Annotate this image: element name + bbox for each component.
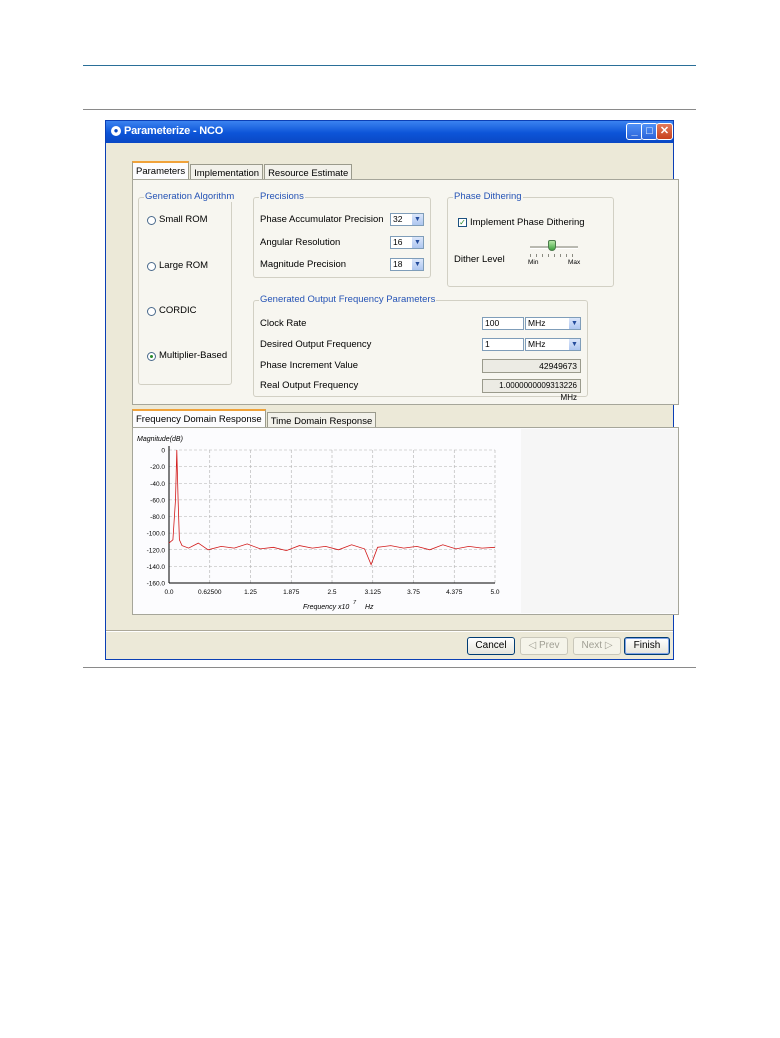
clock-rate-label: Clock Rate: [260, 318, 307, 329]
window-title: Parameterize - NCO: [124, 125, 224, 137]
small-rom-radio[interactable]: [147, 216, 156, 225]
clock-rate-unit-select[interactable]: MHz ▼: [525, 317, 581, 330]
bottom-rule: [83, 667, 696, 668]
phase-accumulator-value: 32: [393, 214, 403, 224]
clock-rate-input[interactable]: 100: [482, 317, 524, 330]
prev-button[interactable]: ◁ Prev: [520, 637, 568, 655]
x-tick-label: 2.5: [327, 589, 336, 596]
close-button[interactable]: ✕: [656, 123, 673, 140]
real-output-label: Real Output Frequency: [260, 380, 359, 391]
x-tick-label: 5.0: [490, 589, 499, 596]
upper-rule: [83, 109, 696, 110]
small-rom-label: Small ROM: [159, 214, 208, 225]
finish-button[interactable]: Finish: [624, 637, 670, 655]
output-frequency-title: Generated Output Frequency Parameters: [259, 294, 437, 305]
chart-side-area: [521, 429, 678, 613]
chevron-down-icon: ▼: [412, 237, 423, 248]
precisions-title: Precisions: [259, 191, 305, 202]
phase-dithering-group: Phase Dithering ✓ Implement Phase Dither…: [447, 191, 614, 287]
angular-resolution-select[interactable]: 16 ▼: [390, 236, 424, 249]
large-rom-radio[interactable]: [147, 262, 156, 271]
y-tick-label: -100.0: [147, 531, 166, 538]
y-tick-label: 0: [161, 448, 165, 455]
x-tick-label: 4.375: [446, 589, 463, 596]
magnitude-precision-value: 18: [393, 259, 403, 269]
x-axis-title: Frequency x10: [303, 604, 349, 611]
large-rom-label: Large ROM: [159, 260, 209, 271]
x-axis-unit: Hz: [365, 604, 374, 611]
angular-resolution-label: Angular Resolution: [260, 237, 341, 248]
clock-rate-unit: MHz: [528, 318, 546, 328]
x-tick-label: 3.75: [407, 589, 420, 596]
cordic-label: CORDIC: [159, 305, 197, 316]
generation-algorithm-group: Generation Algorithm Small ROM Large ROM…: [138, 191, 236, 385]
desired-output-unit-select[interactable]: MHz ▼: [525, 338, 581, 351]
real-output-value: 1.0000000009313226 MHz: [482, 379, 581, 402]
nco-dialog: ● Parameterize - NCO _ □ ✕ Parameters Im…: [105, 120, 679, 660]
next-button[interactable]: Next ▷: [573, 637, 621, 655]
x-tick-label: 1.875: [283, 589, 300, 596]
phase-increment-value: 42949673: [482, 359, 581, 373]
y-tick-label: -120.0: [147, 547, 166, 554]
y-tick-label: -140.0: [147, 564, 166, 571]
chevron-down-icon: ▼: [569, 339, 580, 350]
x-tick-label: 0.62500: [198, 589, 222, 596]
phase-increment-label: Phase Increment Value: [260, 360, 359, 371]
phase-accumulator-label: Phase Accumulator Precision: [260, 214, 384, 225]
x-tick-label: 1.25: [244, 589, 257, 596]
app-icon: ●: [111, 126, 121, 136]
x-tick-label: 0.0: [164, 589, 173, 596]
generation-algorithm-title: Generation Algorithm: [144, 191, 236, 202]
y-tick-label: -60.0: [150, 497, 165, 504]
x-tick-label: 3.125: [365, 589, 382, 596]
dither-level-label: Dither Level: [454, 254, 505, 265]
frequency-response-chart: 0.0 0.62500 1.25 1.875 2.5 3.125 3.75 4.375 5.0 0…: [137, 436, 500, 611]
output-frequency-group: Generated Output Frequency Parameters Cl…: [253, 294, 588, 402]
parameters-panel: Generation Algorithm Small ROM Large ROM…: [132, 179, 679, 405]
y-tick-label: -20.0: [150, 464, 165, 471]
multiplier-based-label: Multiplier-Based: [159, 350, 228, 361]
x-axis-exponent: 7: [353, 600, 357, 606]
desired-output-unit: MHz: [528, 339, 546, 349]
y-tick-label: -80.0: [150, 514, 165, 521]
chevron-down-icon: ▼: [412, 259, 423, 270]
phase-dithering-title: Phase Dithering: [453, 191, 523, 202]
y-axis-title: Magnitude(dB): [137, 436, 183, 443]
dither-level-slider[interactable]: Min Max: [528, 240, 581, 270]
slider-max-label: Max: [568, 259, 581, 266]
desired-output-input[interactable]: 1: [482, 338, 524, 351]
multiplier-based-radio[interactable]: [147, 352, 156, 361]
chevron-down-icon: ▼: [569, 318, 580, 329]
chevron-down-icon: ▼: [412, 214, 423, 225]
magnitude-precision-label: Magnitude Precision: [260, 259, 347, 270]
phase-accumulator-select[interactable]: 32 ▼: [390, 213, 424, 226]
implement-phase-dithering-checkbox[interactable]: ✓: [458, 218, 467, 227]
button-separator: [106, 630, 673, 632]
desired-output-label: Desired Output Frequency: [260, 339, 372, 350]
cancel-button[interactable]: Cancel: [467, 637, 515, 655]
slider-ticks: [530, 254, 578, 257]
magnitude-precision-select[interactable]: 18 ▼: [390, 258, 424, 271]
implement-phase-dithering-label: Implement Phase Dithering: [470, 217, 585, 228]
top-rule: [83, 65, 696, 66]
y-tick-label: -160.0: [147, 581, 166, 588]
title-bar[interactable]: ● Parameterize - NCO _ □ ✕: [106, 121, 673, 143]
y-tick-label: -40.0: [150, 481, 165, 488]
response-panel: 0.0 0.62500 1.25 1.875 2.5 3.125 3.75 4.375 5.0 0…: [132, 427, 679, 615]
cordic-radio[interactable]: [147, 307, 156, 316]
precisions-group: Precisions Phase Accumulator Precision 3…: [253, 191, 431, 278]
slider-min-label: Min: [528, 259, 539, 266]
angular-resolution-value: 16: [393, 237, 403, 247]
slider-thumb[interactable]: [548, 240, 556, 251]
